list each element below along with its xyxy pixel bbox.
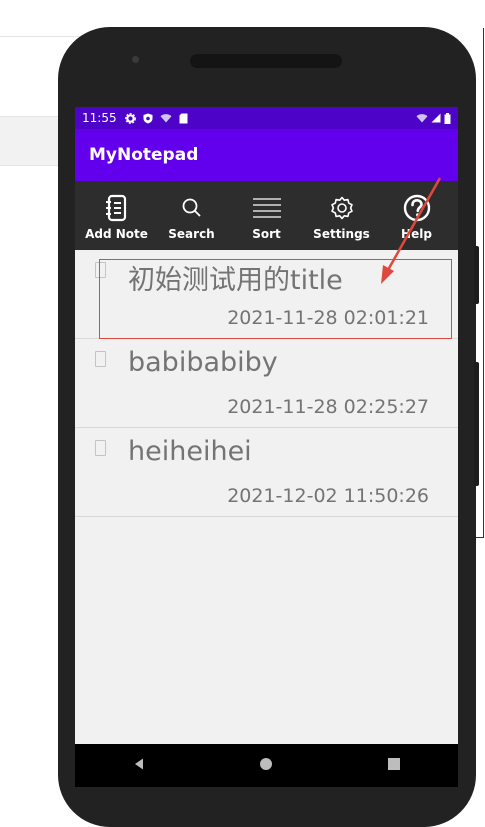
- phone-speaker: [190, 54, 342, 68]
- note-item[interactable]: heiheihei 2021-12-02 11:50:26: [75, 428, 458, 517]
- battery-icon: [444, 112, 451, 124]
- search-icon: [180, 193, 204, 223]
- status-bar: 11:55: [75, 107, 458, 129]
- back-button[interactable]: [132, 756, 146, 775]
- settings-label: Settings: [313, 227, 370, 241]
- gear-icon: [329, 193, 355, 223]
- sort-lines-icon: [252, 193, 282, 223]
- add-note-button[interactable]: Add Note: [82, 181, 152, 241]
- phone-volume-button: [474, 362, 479, 486]
- home-icon: [260, 758, 273, 770]
- background-border-line: [483, 28, 484, 538]
- recents-icon: [388, 758, 401, 770]
- note-item[interactable]: babibabiby 2021-11-28 02:25:27: [75, 339, 458, 428]
- sd-card-status-icon: [179, 113, 188, 124]
- front-camera: [132, 56, 139, 63]
- app-bar: MyNotepad: [75, 129, 458, 181]
- wifi-status-icon: [160, 113, 172, 123]
- phone-screen: 11:55 MyNotepad Add Note Search Sort Set…: [75, 107, 458, 744]
- sort-button[interactable]: Sort: [232, 181, 302, 241]
- recents-button[interactable]: [387, 756, 401, 775]
- cell-signal-icon: [431, 113, 441, 123]
- help-button[interactable]: Help: [382, 181, 452, 241]
- notebook-icon: [104, 193, 130, 223]
- background-border-tick: [475, 537, 484, 538]
- note-title: heiheihei: [128, 436, 252, 467]
- action-toolbar: Add Note Search Sort Settings Help: [75, 181, 458, 250]
- home-button[interactable]: [259, 756, 273, 775]
- back-icon: [134, 758, 143, 770]
- settings-button[interactable]: Settings: [307, 181, 377, 241]
- sort-label: Sort: [252, 227, 281, 241]
- phone-power-button: [474, 246, 479, 304]
- shield-status-icon: [143, 113, 153, 124]
- background-divider: [0, 36, 80, 37]
- status-right-icons: [416, 112, 451, 124]
- note-date: 2021-12-02 11:50:26: [227, 485, 429, 507]
- status-time: 11:55: [82, 111, 117, 125]
- note-date: 2021-11-28 02:25:27: [227, 396, 429, 418]
- add-note-label: Add Note: [85, 227, 148, 241]
- question-icon: [403, 193, 431, 223]
- help-label: Help: [401, 227, 432, 241]
- search-button[interactable]: Search: [157, 181, 227, 241]
- settings-status-icon: [124, 112, 136, 124]
- annotation-highlight-box: [99, 259, 452, 339]
- app-title: MyNotepad: [89, 145, 199, 165]
- note-title: babibabiby: [128, 347, 278, 378]
- system-nav-bar: [75, 744, 458, 787]
- wifi-signal-icon: [416, 114, 428, 123]
- note-icon: [95, 440, 106, 456]
- note-icon: [95, 351, 106, 367]
- search-label: Search: [168, 227, 215, 241]
